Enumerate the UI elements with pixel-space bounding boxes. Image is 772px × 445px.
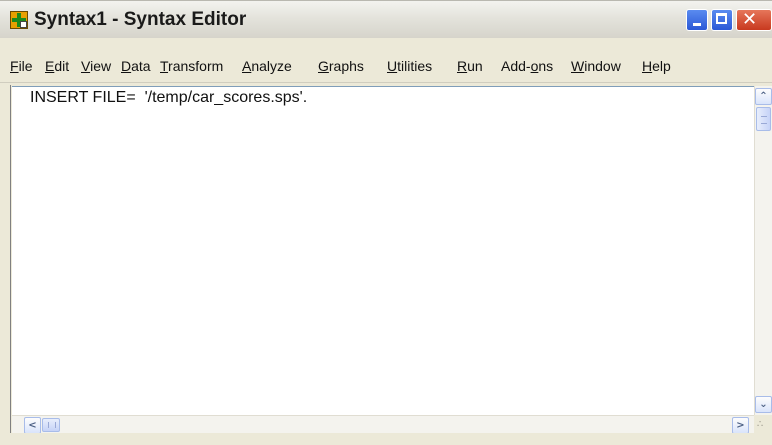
window-title: Syntax1 - Syntax Editor: [34, 9, 247, 30]
menu-view[interactable]: View: [81, 58, 111, 74]
horizontal-scrollbar[interactable]: < >: [12, 415, 754, 434]
scroll-up-button[interactable]: ⌃: [755, 88, 772, 105]
menu-transform[interactable]: Transform: [160, 58, 223, 74]
vertical-scroll-thumb[interactable]: [756, 107, 771, 131]
syntax-command-line[interactable]: INSERT FILE= '/temp/car_scores.sps'.: [30, 89, 307, 107]
vertical-scrollbar[interactable]: ⌃ ⌄: [754, 86, 772, 415]
minimize-button[interactable]: [686, 9, 708, 31]
chevron-right-icon: >: [736, 420, 745, 431]
menubar-spacer: [0, 38, 772, 54]
menu-edit[interactable]: Edit: [45, 58, 69, 74]
window-left-border: [10, 85, 11, 445]
menu-graphs[interactable]: Graphs: [318, 58, 364, 74]
scroll-left-button[interactable]: <: [24, 417, 41, 434]
close-icon: ✕: [742, 9, 758, 30]
close-button[interactable]: ✕: [736, 9, 772, 31]
syntax-editor-window: Syntax1 - Syntax Editor ✕ File Edit View…: [0, 0, 772, 445]
chevron-left-icon: <: [28, 420, 37, 431]
menu-utilities[interactable]: Utilities: [387, 58, 432, 74]
spss-syntax-app-icon[interactable]: [10, 11, 28, 29]
menu-help[interactable]: Help: [642, 58, 671, 74]
horizontal-scroll-thumb[interactable]: [42, 418, 60, 432]
chevron-up-icon: ⌃: [759, 91, 768, 102]
menu-window[interactable]: Window: [571, 58, 621, 74]
menu-run[interactable]: Run: [457, 58, 483, 74]
scroll-down-button[interactable]: ⌄: [755, 396, 772, 413]
window-bottom-frame: [0, 433, 772, 445]
menu-file[interactable]: File: [10, 58, 33, 74]
menu-add-ons[interactable]: Add-ons: [501, 58, 553, 74]
chevron-down-icon: ⌄: [759, 399, 768, 410]
maximize-button[interactable]: [711, 9, 733, 31]
title-bar[interactable]: Syntax1 - Syntax Editor ✕: [0, 0, 772, 38]
menu-analyze[interactable]: Analyze: [242, 58, 292, 74]
resize-grip-dots-icon: ∴: [757, 419, 764, 430]
menu-data[interactable]: Data: [121, 58, 151, 74]
syntax-text-area[interactable]: INSERT FILE= '/temp/car_scores.sps'.: [12, 86, 754, 415]
scroll-right-button[interactable]: >: [732, 417, 749, 434]
